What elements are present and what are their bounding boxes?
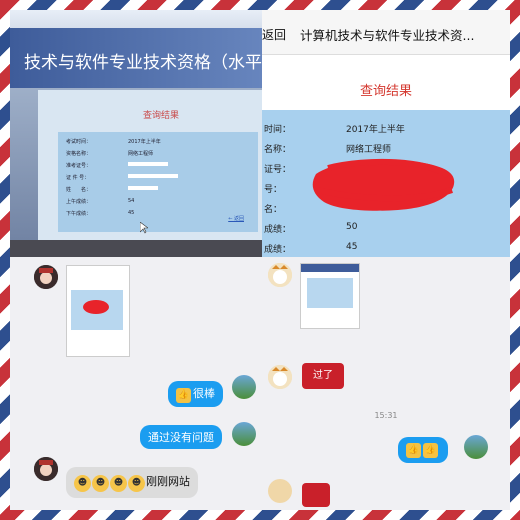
row-label: 名： <box>264 205 283 215</box>
image-thumbnail[interactable] <box>300 263 360 329</box>
thumbs-up-icon: 👍 <box>406 443 421 458</box>
avatar <box>232 422 256 446</box>
row-value: 2017年上半年 <box>128 139 161 145</box>
avatar <box>464 435 488 459</box>
monitor-photo-panel: 技术与软件专业技术资格（水平） 查询结果 考试时间： 2017年上半年 资格名称… <box>10 10 262 257</box>
thumbs-up-icon: 👍 <box>423 443 438 458</box>
back-button[interactable]: 返回 <box>262 26 286 43</box>
row-label: 证 件 号： <box>66 175 90 181</box>
row-label: 号： <box>264 185 283 195</box>
bubble-text: 刚刚网站 <box>146 475 190 488</box>
chat-bubble: 👍 👍 <box>398 437 448 463</box>
avatar <box>268 365 292 389</box>
timestamp: 15:31 <box>374 411 398 420</box>
grin-emoji-icon: ☻ <box>92 475 109 492</box>
row-value: 45 <box>346 242 358 252</box>
grin-emoji-icon: ☻ <box>128 475 145 492</box>
result-title: 查询结果 <box>143 111 180 121</box>
row-label: 时间： <box>264 125 292 135</box>
row-label: 名称： <box>264 145 292 155</box>
row-value: 50 <box>346 222 358 232</box>
chat-bubble: 通过没有问题 <box>140 425 222 449</box>
result-screen: 查询结果 考试时间： 2017年上半年 资格名称： 网络工程师 准考证号： 证 … <box>38 90 262 240</box>
avatar <box>34 265 58 289</box>
redacted-value <box>128 186 158 190</box>
row-label: 考试时间： <box>66 139 92 145</box>
avatar <box>268 263 292 287</box>
thumbnail-header <box>301 264 359 272</box>
row-label: 证号： <box>264 165 292 175</box>
thumbnail-table <box>307 278 353 308</box>
row-label: 下午成绩： <box>66 211 92 217</box>
avatar <box>268 479 292 503</box>
thumbs-up-icon: 👍 <box>176 388 191 403</box>
row-value: 2017年上半年 <box>346 125 405 135</box>
chat-panel-right: 过了 15:31 👍 👍 <box>262 257 510 510</box>
banner-title: 技术与软件专业技术资格（水平） <box>24 53 262 73</box>
row-value: 54 <box>128 198 135 204</box>
sticker[interactable]: 过了 <box>302 363 344 389</box>
avatar <box>34 457 58 481</box>
row-label: 上午成绩： <box>66 199 92 205</box>
mouse-cursor-icon <box>140 222 148 234</box>
row-value: 45 <box>128 210 135 216</box>
row-label: 资格名称： <box>66 151 92 157</box>
bubble-text: 很棒 <box>193 387 215 400</box>
row-label: 成绩： <box>264 225 292 235</box>
chat-bubble-incoming: ☻ ☻ ☻ ☻ 刚刚网站 <box>66 467 198 498</box>
grin-emoji-icon: ☻ <box>110 475 127 492</box>
grin-emoji-icon: ☻ <box>74 475 91 492</box>
result-card: 考试时间： 2017年上半年 资格名称： 网络工程师 准考证号： 证 件 号： … <box>58 132 258 232</box>
red-redaction-scribble <box>312 158 455 211</box>
result-title: 查询结果 <box>359 84 412 99</box>
nav-bar: 返回 计算机技术与软件专业技术资... <box>262 10 510 55</box>
monitor-bezel <box>10 240 262 257</box>
chat-panel-left: 👍 很棒 通过没有问题 ☻ ☻ ☻ ☻ 刚刚网站 <box>10 257 262 510</box>
row-label: 姓 名： <box>66 187 92 193</box>
row-label: 成绩： <box>264 245 292 255</box>
phone-result-panel: 返回 计算机技术与软件专业技术资... 查询结果 时间： 2017年上半年 名称… <box>262 10 510 257</box>
redacted-value <box>128 162 168 166</box>
result-table: 时间： 2017年上半年 名称： 网络工程师 证号： 号： 名： 成绩： 50 … <box>262 110 510 257</box>
row-label: 准考证号： <box>66 163 92 169</box>
image-thumbnail[interactable] <box>66 265 130 357</box>
redacted-value <box>128 174 178 178</box>
page-title: 计算机技术与软件专业技术资... <box>300 28 475 43</box>
chat-bubble: 👍 很棒 <box>168 381 223 407</box>
avatar <box>232 375 256 399</box>
row-value: 网络工程师 <box>128 151 154 157</box>
thumbnail-redaction <box>83 300 109 314</box>
back-link[interactable]: ← 返回 <box>228 215 244 222</box>
sticker[interactable] <box>302 483 330 507</box>
